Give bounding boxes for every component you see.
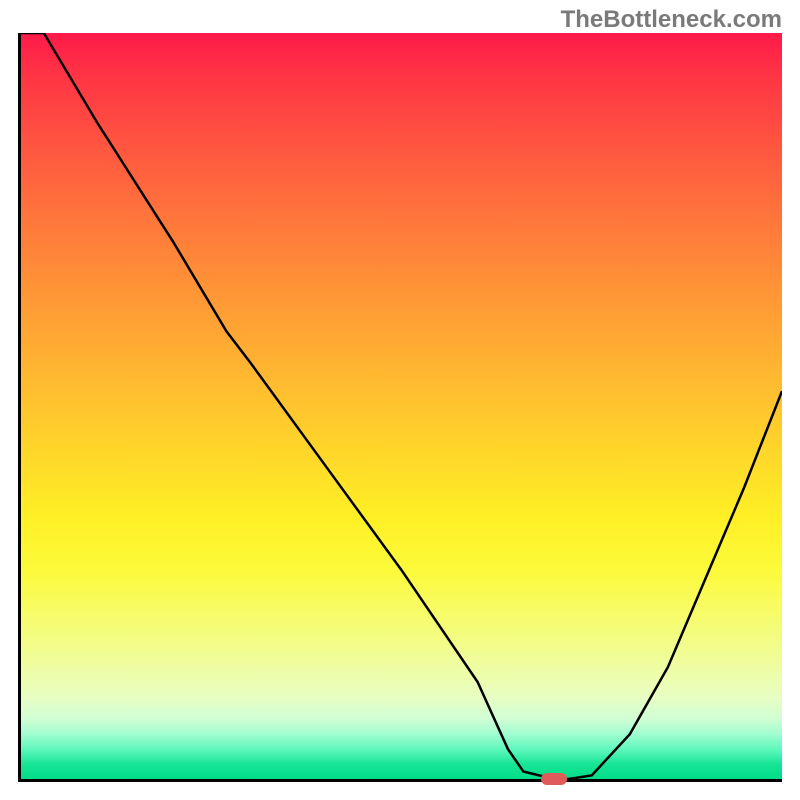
plot-area (18, 33, 782, 782)
chart-container: TheBottleneck.com (0, 0, 800, 800)
optimal-point-marker (541, 773, 567, 785)
bottleneck-curve (21, 33, 782, 779)
watermark-text: TheBottleneck.com (561, 6, 782, 34)
